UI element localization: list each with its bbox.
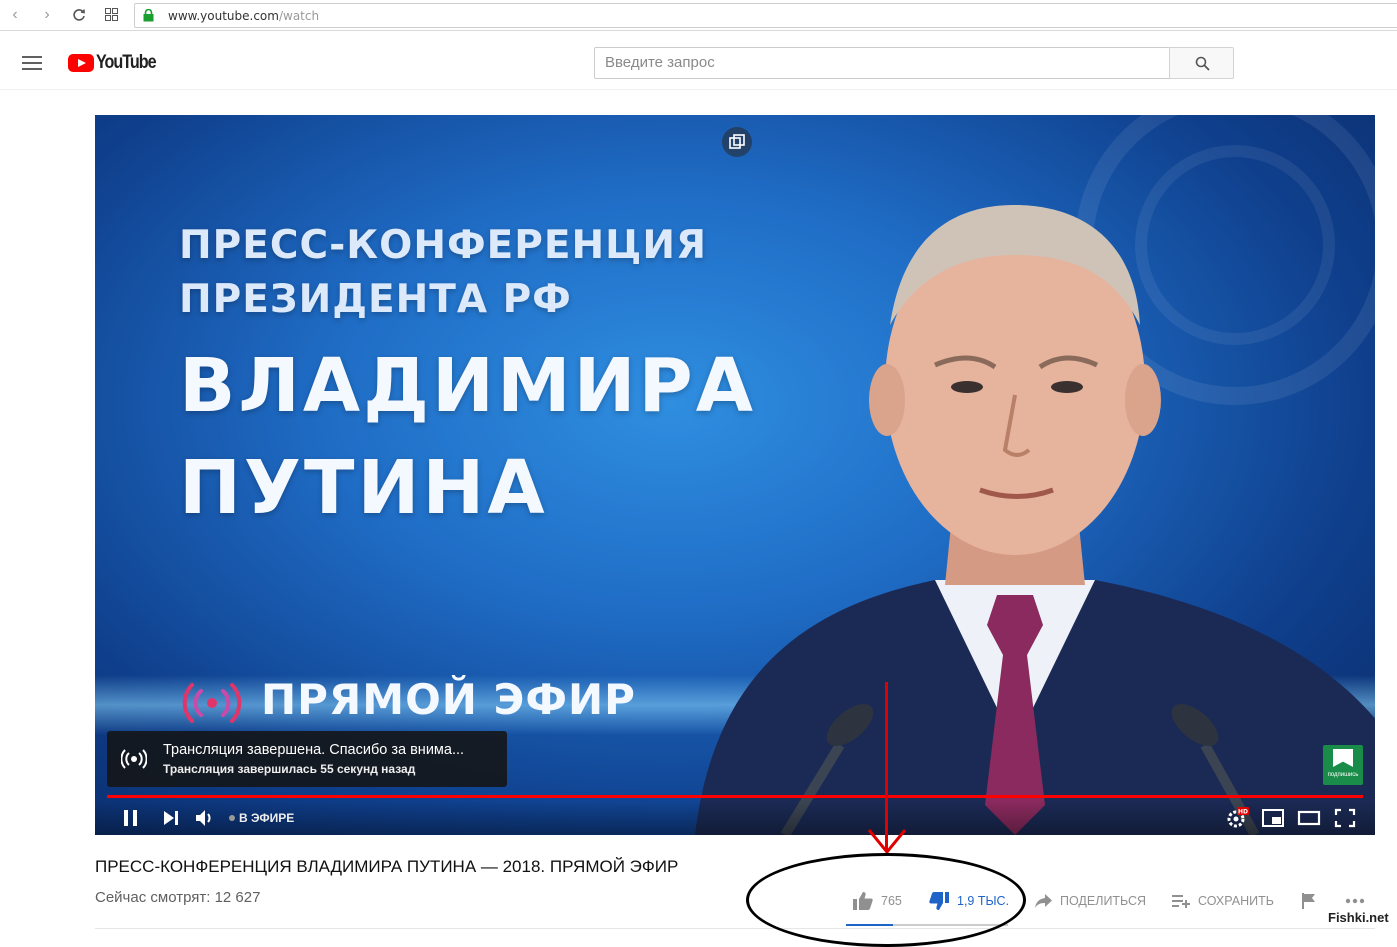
- save-label: СОХРАНИТЬ: [1198, 894, 1274, 908]
- share-button[interactable]: ПОДЕЛИТЬСЯ: [1035, 889, 1146, 913]
- video-title: ПРЕСС-КОНФЕРЕНЦИЯ ВЛАДИМИРА ПУТИНА — 201…: [95, 857, 679, 876]
- add-to-playlist-icon: [1172, 895, 1190, 908]
- subscribe-watermark[interactable]: подпишись: [1323, 745, 1363, 785]
- volume-icon[interactable]: [193, 807, 217, 829]
- speaker-image: [695, 205, 1375, 835]
- live-banner: ПРЯМОЙ ЭФИР: [261, 675, 636, 724]
- youtube-logo[interactable]: YouTube: [68, 52, 166, 73]
- search-icon: [1195, 56, 1210, 71]
- share-icon: [1035, 894, 1052, 908]
- divider: [95, 928, 1375, 929]
- headline-line-4: ПУТИНА: [179, 445, 548, 531]
- headline-line-2: ПРЕЗИДЕНТА РФ: [179, 277, 572, 322]
- live-broadcast-icon: [182, 683, 242, 723]
- report-button[interactable]: [1302, 889, 1324, 913]
- settings-icon[interactable]: HD: [1225, 807, 1249, 829]
- play-logo-icon: [68, 54, 94, 72]
- url-path: /watch: [278, 9, 320, 23]
- lock-icon: [143, 9, 154, 22]
- flag-icon: [1302, 893, 1315, 909]
- progress-bar[interactable]: [107, 795, 1363, 798]
- more-dots-icon: [1345, 898, 1365, 904]
- theater-mode-icon[interactable]: [1297, 807, 1321, 829]
- watermark-caption: подпишись: [1327, 772, 1359, 778]
- annotation-ellipse: [746, 853, 1026, 947]
- hamburger-menu-icon[interactable]: [22, 56, 42, 70]
- forward-icon[interactable]: ›: [36, 4, 58, 26]
- annotation-arrow-shaft: [885, 682, 888, 850]
- watermark-credit: Fishki.net: [1328, 910, 1389, 925]
- search-input[interactable]: [605, 54, 1159, 71]
- player-controls: В ЭФИРЕ HD: [95, 801, 1375, 835]
- overlay-window-icon: [729, 134, 745, 149]
- annotation-arrow-head: [867, 829, 907, 854]
- pause-icon[interactable]: [119, 807, 143, 829]
- next-icon[interactable]: [159, 807, 183, 829]
- broadcast-icon: [121, 749, 147, 769]
- miniplayer-icon[interactable]: [1261, 807, 1285, 829]
- live-badge-label: В ЭФИРЕ: [239, 811, 295, 825]
- video-player[interactable]: ПРЕСС-КОНФЕРЕНЦИЯ ПРЕЗИДЕНТА РФ ВЛАДИМИР…: [95, 115, 1375, 835]
- fullscreen-icon[interactable]: [1333, 807, 1357, 829]
- back-icon[interactable]: ‹: [4, 4, 26, 26]
- miniplayer-overlay-button[interactable]: [722, 127, 752, 157]
- hd-badge: HD: [1238, 809, 1248, 816]
- logo-text: YouTube: [96, 52, 157, 73]
- reload-icon[interactable]: [68, 4, 90, 26]
- address-bar[interactable]: www.youtube.com/watch: [134, 3, 1397, 28]
- search-field[interactable]: [594, 47, 1170, 79]
- url-text: www.youtube.com/watch: [168, 9, 319, 23]
- share-label: ПОДЕЛИТЬСЯ: [1060, 894, 1147, 908]
- search-button[interactable]: [1169, 47, 1234, 79]
- live-dot: [229, 815, 235, 821]
- toast-title: Трансляция завершена. Спасибо за внима..…: [163, 742, 465, 758]
- youtube-header: YouTube: [0, 32, 1397, 90]
- stream-ended-toast: Трансляция завершена. Спасибо за внима..…: [107, 731, 507, 787]
- live-viewers-count: Сейчас смотрят: 12 627: [95, 889, 261, 906]
- live-badge[interactable]: В ЭФИРЕ: [229, 811, 294, 825]
- browser-toolbar: ‹ › www.youtube.com/watch: [0, 0, 1397, 31]
- save-button[interactable]: СОХРАНИТЬ: [1172, 889, 1274, 913]
- toast-subtitle: Трансляция завершилась 55 секунд назад: [163, 762, 416, 776]
- apps-grid-icon[interactable]: [100, 4, 122, 26]
- bookmark-icon: [1333, 749, 1353, 767]
- url-host: www.youtube.com: [168, 9, 279, 23]
- headline-line-1: ПРЕСС-КОНФЕРЕНЦИЯ: [179, 223, 707, 268]
